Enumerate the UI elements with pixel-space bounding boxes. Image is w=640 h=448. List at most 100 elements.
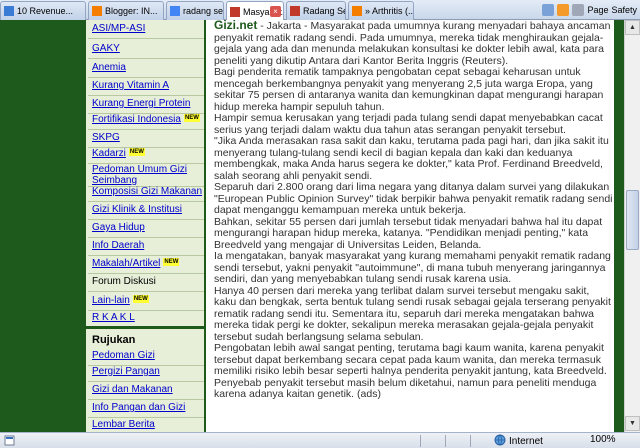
tab-label: radang sen...	[183, 6, 223, 16]
nav-item-label: R K A K L	[92, 312, 135, 323]
nav-divider	[88, 417, 204, 418]
status-separator	[470, 435, 471, 447]
globe-icon	[494, 434, 506, 448]
nav-item[interactable]: Fortifikasi Indonesia NEW	[92, 114, 200, 125]
scroll-thumb[interactable]	[626, 190, 639, 250]
nav-item-label: Kadarzi	[92, 148, 126, 159]
nav-divider	[88, 201, 204, 202]
nav-divider	[88, 95, 204, 96]
nav-item[interactable]: GAKY	[92, 43, 120, 54]
new-badge: NEW	[183, 114, 200, 122]
nav-item[interactable]: Makalah/Artikel NEW	[92, 258, 180, 269]
nav-item-label: SKPG	[92, 132, 120, 143]
vertical-scrollbar[interactable]: ▲ ▼	[624, 20, 640, 432]
nav-divider	[88, 77, 204, 78]
new-badge: NEW	[132, 295, 149, 303]
google-icon	[170, 6, 180, 16]
right-page-margin	[614, 20, 624, 432]
nav-item[interactable]: Gaya Hidup	[92, 222, 145, 233]
nav-item[interactable]: R K A K L	[92, 312, 135, 323]
browser-tab[interactable]: radang sen...	[166, 1, 224, 20]
home-icon[interactable]	[542, 4, 555, 16]
nav-divider	[88, 237, 204, 238]
nav-item-label: GAKY	[92, 43, 120, 54]
nav-item[interactable]: ASI/MP-ASI	[92, 23, 145, 34]
article-paragraph: Hanya 40 persen dari mereka yang terliba…	[214, 284, 611, 343]
rujukan-link[interactable]: Pedoman Gizi	[92, 350, 155, 361]
nav-item-label: Pedoman Umum Gizi Seimbang	[92, 164, 188, 186]
nav-divider	[88, 291, 204, 292]
tab-label: Blogger: IN...	[105, 6, 158, 16]
nav-divider	[88, 273, 204, 274]
nav-item[interactable]: Forum Diskusi	[92, 276, 156, 287]
page-icon	[230, 6, 240, 17]
nav-divider	[88, 255, 204, 256]
nav-item-label: Kurang Energi Protein	[92, 98, 191, 109]
feeds-icon[interactable]	[557, 4, 570, 16]
nav-item-label: ASI/MP-ASI	[92, 23, 146, 34]
article-paragraph: Pengobatan lebih awal sangat penting, te…	[214, 342, 607, 377]
ie-page-icon	[4, 6, 14, 16]
nav-item[interactable]: Pedoman Umum Gizi Seimbang	[92, 164, 192, 186]
article-paragraph: "Jika Anda merasakan rasa sakit dan kaku…	[214, 135, 609, 182]
article-paragraph: Bahkan, sekitar 55 persen dari jumlah te…	[214, 215, 603, 251]
article-paragraph: Penyebab penyakit tersebut masih belum d…	[214, 376, 597, 400]
nav-item-label: Komposisi Gizi Makanan	[92, 186, 203, 197]
nav-item-label: Makalah/Artikel	[92, 258, 161, 269]
new-badge: NEW	[163, 258, 180, 266]
browser-tab[interactable]: Masyarak...×	[226, 1, 284, 21]
article-paragraph: Gizi.net - Jakarta - Masyarakat pada umu…	[214, 20, 614, 67]
nav-item[interactable]: Info Daerah	[92, 240, 144, 251]
nav-item-label: Anemia	[92, 62, 126, 73]
nav-divider	[88, 129, 204, 130]
section-divider	[86, 326, 204, 329]
nav-item[interactable]: Lain-lain NEW	[92, 295, 149, 306]
browser-tab[interactable]: Radang Sen...	[286, 1, 346, 20]
tab-label: » Arthritis (...	[365, 6, 413, 16]
scroll-down-icon[interactable]: ▼	[625, 416, 640, 431]
article-paragraph: Separuh dari 2.800 orang dari lima negar…	[214, 181, 613, 216]
scroll-up-icon[interactable]: ▲	[625, 20, 640, 35]
status-bar: Internet 100%	[0, 432, 640, 448]
tab-label: 10 Revenue...	[17, 6, 74, 16]
blogger-icon	[352, 6, 362, 16]
close-tab-icon[interactable]: ×	[270, 6, 281, 17]
article-paragraph: Bagi penderita rematik tampaknya pengoba…	[214, 66, 604, 113]
command-bar: Page Safety	[542, 0, 640, 20]
nav-item[interactable]: Kadarzi NEW	[92, 148, 145, 159]
paragraph-text: - Jakarta - Masyarakat pada umumnya kura…	[214, 20, 611, 67]
nav-item-label: Info Daerah	[92, 240, 145, 251]
browser-tab[interactable]: Blogger: IN...	[88, 1, 164, 20]
zoom-level[interactable]: 100%	[590, 434, 616, 445]
browser-tab[interactable]: » Arthritis (...	[348, 1, 414, 20]
article-paragraph: Ia mengatakan, banyak masyarakat yang ku…	[214, 250, 611, 285]
nav-divider	[88, 219, 204, 220]
page-menu-button[interactable]: Page	[587, 5, 608, 15]
nav-item-label: Gaya Hidup	[92, 222, 145, 233]
site-brand[interactable]: Gizi.net	[214, 20, 257, 32]
security-zone[interactable]: Internet	[494, 434, 543, 448]
nav-item[interactable]: Kurang Energi Protein	[92, 98, 190, 109]
article-paragraph: Hampir semua kerusakan yang terjadi pada…	[214, 112, 603, 136]
print-icon[interactable]	[572, 4, 585, 16]
nav-item[interactable]: Gizi Klinik & Institusi	[92, 204, 182, 215]
blogger-icon	[92, 6, 102, 16]
nav-item[interactable]: Kurang Vitamin A	[92, 80, 169, 91]
browser-tab[interactable]: 10 Revenue...	[0, 1, 86, 20]
rujukan-link[interactable]: Lembar Berita	[92, 419, 155, 430]
page-icon	[290, 6, 300, 16]
category-nav: ASI/MP-ASI GAKY Anemia Kurang Vitamin A Kura…	[84, 20, 206, 435]
nav-item[interactable]: Komposisi Gizi Makanan	[92, 186, 202, 197]
rujukan-link[interactable]: Gizi dan Makanan	[92, 384, 173, 395]
nav-divider	[88, 38, 204, 39]
rujukan-link[interactable]: Info Pangan dan Gizi	[92, 402, 185, 413]
rujukan-link[interactable]: Pergizi Pangan	[92, 366, 160, 377]
nav-item[interactable]: SKPG	[92, 132, 120, 143]
status-separator	[445, 435, 446, 447]
nav-item[interactable]: Anemia	[92, 62, 126, 73]
nav-item-label: Kurang Vitamin A	[92, 80, 170, 91]
page-done-icon	[4, 435, 15, 446]
article-body: Gizi.net - Jakarta - Masyarakat pada umu…	[212, 20, 614, 432]
safety-menu-button[interactable]: Safety	[611, 5, 637, 15]
nav-divider	[88, 310, 204, 311]
